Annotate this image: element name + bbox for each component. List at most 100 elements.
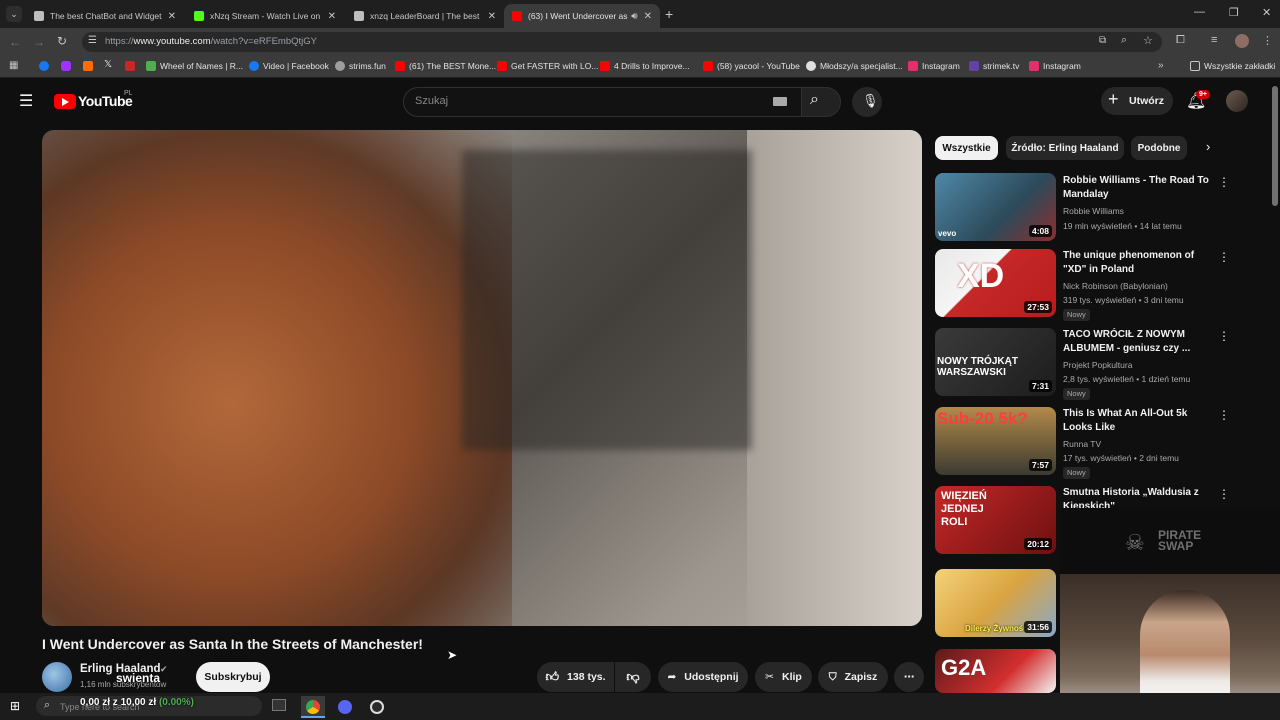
obs-app-icon[interactable] xyxy=(370,700,384,714)
bookmark-item[interactable]: (61) The BEST Mone... xyxy=(395,61,496,71)
hamburger-menu-icon[interactable]: ☰ xyxy=(19,91,33,111)
recommended-channel[interactable]: Projekt Popkultura xyxy=(1063,358,1223,373)
recommended-title[interactable]: The unique phenomenon of "XD" in Poland xyxy=(1063,249,1215,277)
more-horizontal-icon: ⋯ xyxy=(903,671,915,683)
video-frame-dark-area xyxy=(462,150,752,450)
new-badge: Nowy xyxy=(1063,309,1090,321)
bookmark-star-icon[interactable]: ☆ xyxy=(1143,34,1153,47)
bookmark-item[interactable]: Młodszy/a specjalist... xyxy=(806,61,903,71)
extensions-icon[interactable]: ⧠ xyxy=(1176,34,1185,47)
bookmark-item[interactable]: Video | Facebook xyxy=(249,61,329,71)
recommended-channel[interactable]: Nick Robinson (Babylonian) xyxy=(1063,279,1223,294)
browser-tab-active[interactable]: (63) I Went Undercover as S 🔊︎ ✕ xyxy=(504,4,660,28)
recommended-title[interactable]: TACO WRÓCIŁ Z NOWYM ALBUMEM - geniusz cz… xyxy=(1063,328,1215,356)
messenger-bookmark-icon[interactable] xyxy=(61,61,71,71)
save-button[interactable]: ⛉ Zapisz xyxy=(818,662,888,692)
close-icon[interactable]: ✕ xyxy=(328,11,336,22)
more-vertical-icon[interactable]: ⋮ xyxy=(1218,487,1230,501)
recommended-channel[interactable]: Robbie Williams xyxy=(1063,204,1223,219)
recommended-thumbnail[interactable]: vevo 4:08 xyxy=(935,173,1056,241)
create-label: Utwórz xyxy=(1129,95,1164,107)
new-tab-button[interactable]: + xyxy=(665,6,673,22)
tab-search-button[interactable]: ⌄ xyxy=(6,6,22,22)
apps-grid-icon[interactable]: ▦ xyxy=(9,60,18,71)
recommended-title[interactable]: Smutna Historia „Waldusia z Kiepskich" xyxy=(1063,486,1215,508)
like-button[interactable]: 👍︎ 138 tys. xyxy=(537,662,614,692)
minimize-icon[interactable]: — xyxy=(1194,6,1205,18)
channel-avatar[interactable] xyxy=(42,662,72,692)
search-button[interactable] xyxy=(801,87,841,117)
install-app-icon[interactable]: ⧉ xyxy=(1099,35,1106,46)
browser-tab[interactable]: xnzq LeaderBoard | The best Ch ✕ xyxy=(346,4,504,28)
chip-source[interactable]: Źródło: Erling Haaland xyxy=(1006,136,1124,160)
search-input[interactable] xyxy=(403,87,801,117)
recommended-thumbnail[interactable]: Dilerzy Żywności 31:56 xyxy=(935,569,1056,637)
recommended-thumbnail[interactable]: WIĘZIEŃ JEDNEJ ROLI 20:12 xyxy=(935,486,1056,554)
close-icon[interactable]: ✕ xyxy=(488,11,496,22)
account-avatar[interactable] xyxy=(1226,90,1248,112)
facebook-bookmark-icon[interactable] xyxy=(39,61,49,71)
balance-text: 0,00 zł z 10,00 zł xyxy=(80,697,157,708)
more-vertical-icon[interactable]: ⋮ xyxy=(1218,175,1230,189)
bookmark-icon[interactable] xyxy=(125,61,135,71)
sponsor-overlay: ☠ PIRATE SWAP xyxy=(1060,508,1280,574)
bookmark-item[interactable]: strims.fun xyxy=(335,61,386,71)
close-icon[interactable]: ✕ xyxy=(644,11,652,22)
url-host: www.youtube.com xyxy=(133,36,211,47)
more-actions-button[interactable]: ⋯ xyxy=(894,662,924,692)
bookmark-item[interactable]: (58) yacool - YouTube xyxy=(703,61,800,71)
close-icon[interactable]: ✕ xyxy=(168,11,176,22)
video-player[interactable] xyxy=(42,130,922,626)
share-button[interactable]: ➦ Udostępnij xyxy=(658,662,748,692)
bookmark-icon[interactable] xyxy=(83,61,93,71)
speaker-icon[interactable]: 🔊︎ xyxy=(631,11,637,22)
more-vertical-icon[interactable]: ⋮ xyxy=(1218,408,1230,422)
recommended-thumbnail[interactable]: Sub-20 5k? 7:57 xyxy=(935,407,1056,475)
bookmark-favicon-icon xyxy=(969,61,979,71)
url-text[interactable]: https://www.youtube.com/watch?v=eRFEmbQt… xyxy=(105,36,317,47)
recommended-title[interactable]: Robbie Williams - The Road To Mandalay xyxy=(1063,174,1215,202)
close-window-icon[interactable]: ✕ xyxy=(1262,6,1271,19)
recommended-thumbnail[interactable]: G2A xyxy=(935,649,1056,693)
site-info-icon[interactable]: ☰ xyxy=(88,35,97,46)
browser-menu-icon[interactable]: ⋮ xyxy=(1262,34,1273,47)
search-icon: ⌕ xyxy=(810,91,819,108)
chip-similar[interactable]: Podobne xyxy=(1131,136,1187,160)
terminal-app-icon[interactable] xyxy=(272,699,286,711)
profile-avatar[interactable] xyxy=(1235,34,1249,48)
video-duration: 7:31 xyxy=(1028,380,1052,392)
browser-tab[interactable]: The best ChatBot and Widgets ✕ xyxy=(26,4,184,28)
subscribe-button[interactable]: Subskrybuj xyxy=(196,662,270,692)
page-scrollbar[interactable] xyxy=(1272,86,1278,206)
dislike-button[interactable]: 👎︎ xyxy=(615,662,651,692)
chip-all[interactable]: Wszystkie xyxy=(935,136,998,160)
clip-button[interactable]: ✂ Klip xyxy=(755,662,812,692)
more-bookmarks-icon[interactable]: » xyxy=(1158,60,1164,71)
bookmark-item[interactable]: 4 Drills to Improve... xyxy=(600,61,690,71)
discord-app-icon[interactable] xyxy=(338,700,352,714)
reload-icon[interactable]: ↻ xyxy=(57,34,67,48)
media-control-icon[interactable]: ≡ xyxy=(1211,34,1217,46)
recommended-thumbnail[interactable]: NOWY TRÓJKĄT WARSZAWSKI 7:31 xyxy=(935,328,1056,396)
more-vertical-icon[interactable]: ⋮ xyxy=(1218,329,1230,343)
more-vertical-icon[interactable]: ⋮ xyxy=(1218,250,1230,264)
browser-tab[interactable]: xNzq Stream - Watch Live on K ✕ xyxy=(186,4,344,28)
zoom-icon[interactable]: ⌕ xyxy=(1121,34,1127,47)
recommended-channel[interactable]: Runna TV xyxy=(1063,437,1223,452)
keyboard-icon[interactable] xyxy=(773,97,787,106)
bookmark-item[interactable]: Get FASTER with LO... xyxy=(497,61,598,71)
restore-icon[interactable]: ❐ xyxy=(1229,6,1239,19)
forward-icon[interactable]: → xyxy=(33,35,45,49)
bookmark-item[interactable]: Instagram xyxy=(908,61,960,71)
back-icon[interactable]: ← xyxy=(9,35,21,49)
x-bookmark-icon[interactable]: 𝕏 xyxy=(104,59,112,70)
windows-start-icon[interactable]: ⊞ xyxy=(10,699,20,713)
recommended-thumbnail[interactable]: XD 27:53 xyxy=(935,249,1056,317)
chevron-right-icon[interactable]: › xyxy=(1206,139,1210,154)
bookmark-item[interactable]: Wheel of Names | R... xyxy=(146,61,243,71)
all-bookmarks-folder[interactable]: Wszystkie zakładki xyxy=(1190,61,1275,71)
thumbnail-text: G2A xyxy=(941,655,987,680)
bookmark-item[interactable]: strimek.tv xyxy=(969,61,1019,71)
bookmark-item[interactable]: Instagram xyxy=(1029,61,1081,71)
recommended-title[interactable]: This Is What An All-Out 5k Looks Like xyxy=(1063,407,1215,435)
